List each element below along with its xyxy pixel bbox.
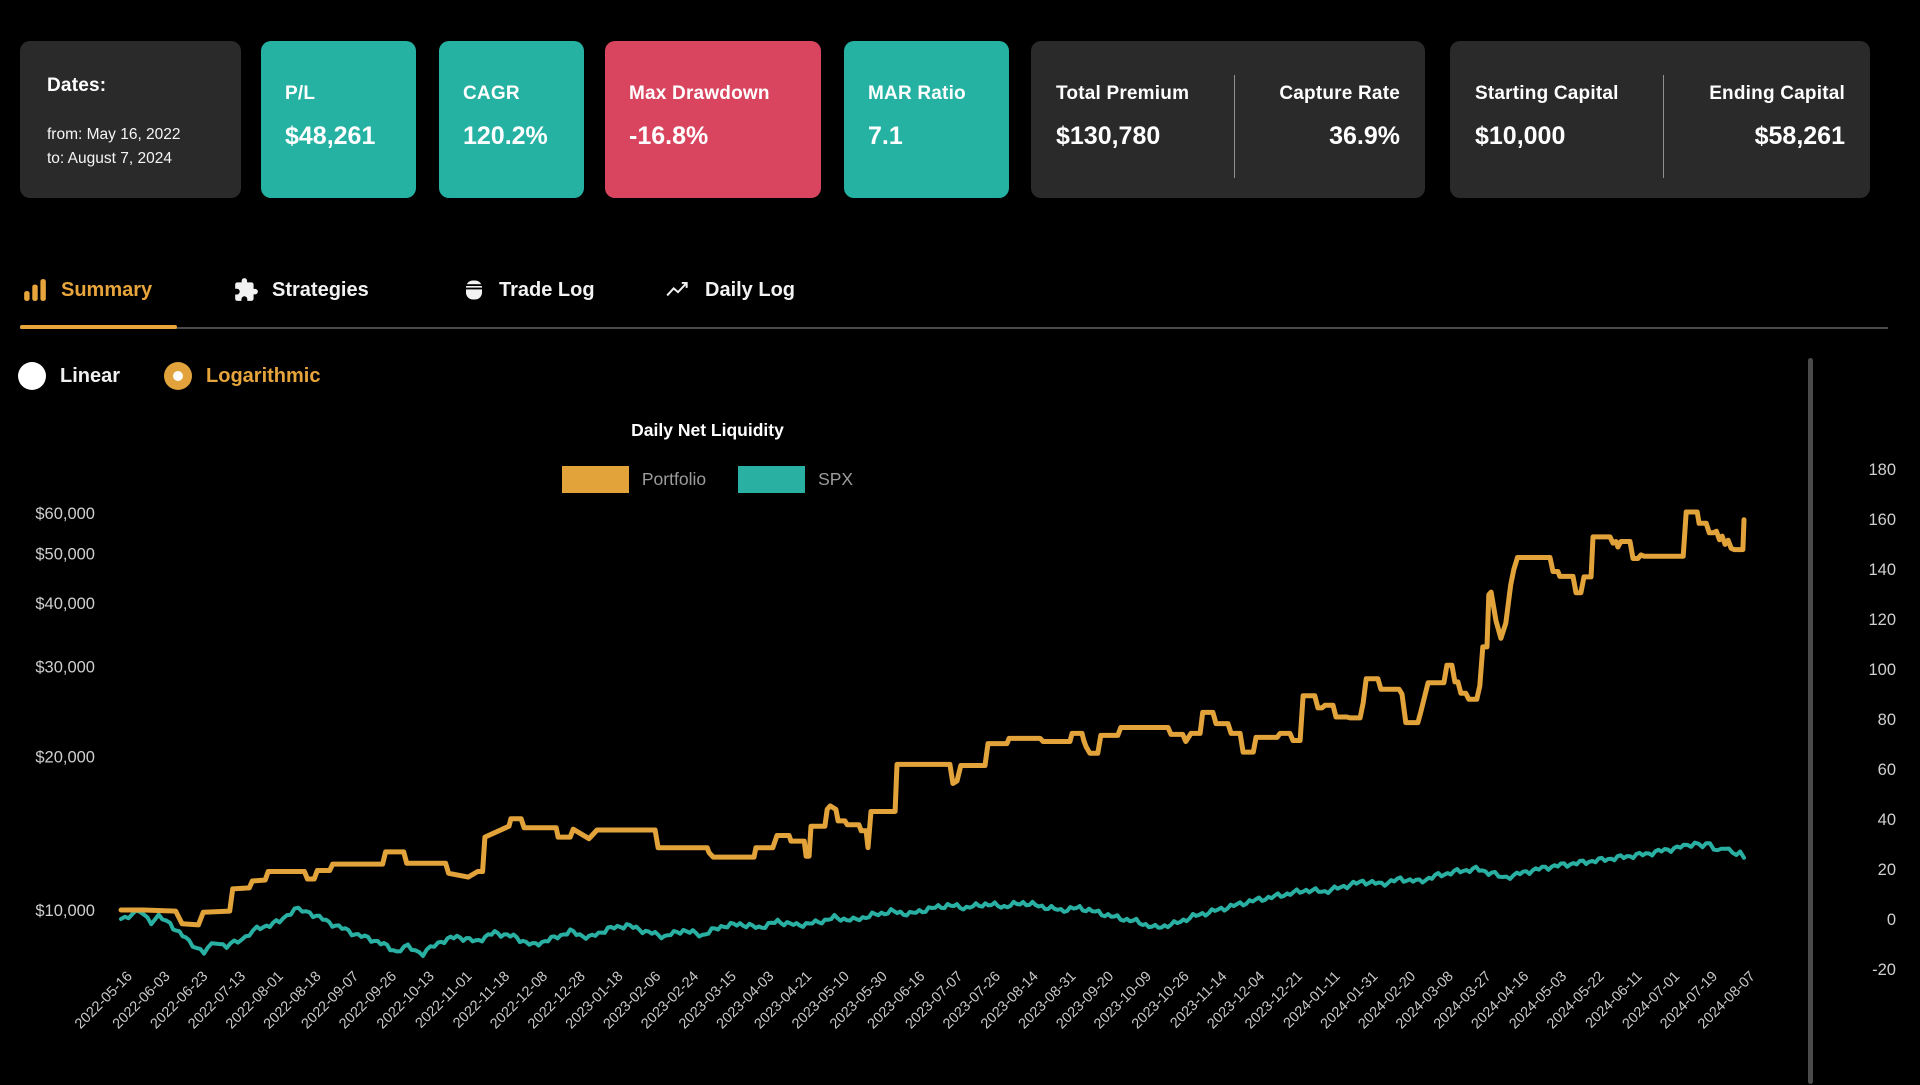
svg-text:60: 60 bbox=[1878, 761, 1896, 779]
vertical-scrollbar[interactable] bbox=[1808, 358, 1813, 1084]
svg-text:80: 80 bbox=[1878, 711, 1896, 729]
svg-text:180: 180 bbox=[1868, 461, 1896, 479]
svg-text:$40,000: $40,000 bbox=[35, 595, 95, 613]
svg-text:20: 20 bbox=[1878, 861, 1896, 879]
svg-text:-20: -20 bbox=[1872, 961, 1896, 979]
svg-text:$60,000: $60,000 bbox=[35, 505, 95, 523]
svg-text:140: 140 bbox=[1868, 561, 1896, 579]
svg-text:40: 40 bbox=[1878, 811, 1896, 829]
daily-net-liquidity-chart: $60,000 $50,000 $40,000 $30,000 $20,000 $10,0… bbox=[0, 0, 1920, 1085]
svg-text:$10,000: $10,000 bbox=[35, 902, 95, 920]
svg-text:100: 100 bbox=[1868, 661, 1896, 679]
svg-text:160: 160 bbox=[1868, 511, 1896, 529]
svg-text:0: 0 bbox=[1887, 911, 1896, 929]
svg-text:120: 120 bbox=[1868, 611, 1896, 629]
svg-text:$30,000: $30,000 bbox=[35, 659, 95, 677]
svg-text:$50,000: $50,000 bbox=[35, 546, 95, 564]
svg-text:$20,000: $20,000 bbox=[35, 749, 95, 767]
